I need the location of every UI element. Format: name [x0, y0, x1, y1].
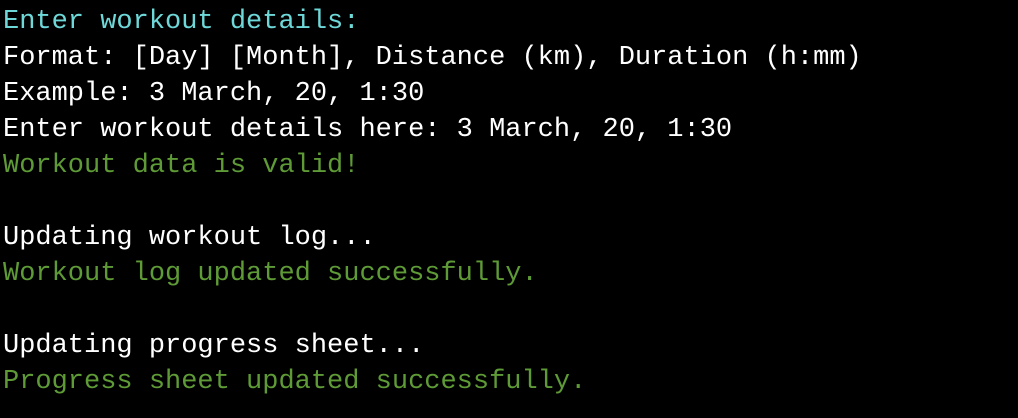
progress-sheet-status: Updating progress sheet... [3, 331, 425, 361]
input-prompt-line[interactable]: Enter workout details here: 3 March, 20,… [3, 112, 1018, 148]
example-instruction: Example: 3 March, 20, 1:30 [3, 79, 425, 109]
terminal-window[interactable]: Enter workout details: Format: [Day] [Mo… [0, 0, 1018, 418]
workout-log-status: Updating workout log... [3, 223, 376, 253]
progress-sheet-success: Progress sheet updated successfully. [3, 367, 587, 397]
format-instruction: Format: [Day] [Month], Distance (km), Du… [3, 43, 862, 73]
workout-log-success: Workout log updated successfully. [3, 259, 538, 289]
prompt-heading: Enter workout details: [3, 7, 360, 37]
validation-message: Workout data is valid! [3, 151, 360, 181]
